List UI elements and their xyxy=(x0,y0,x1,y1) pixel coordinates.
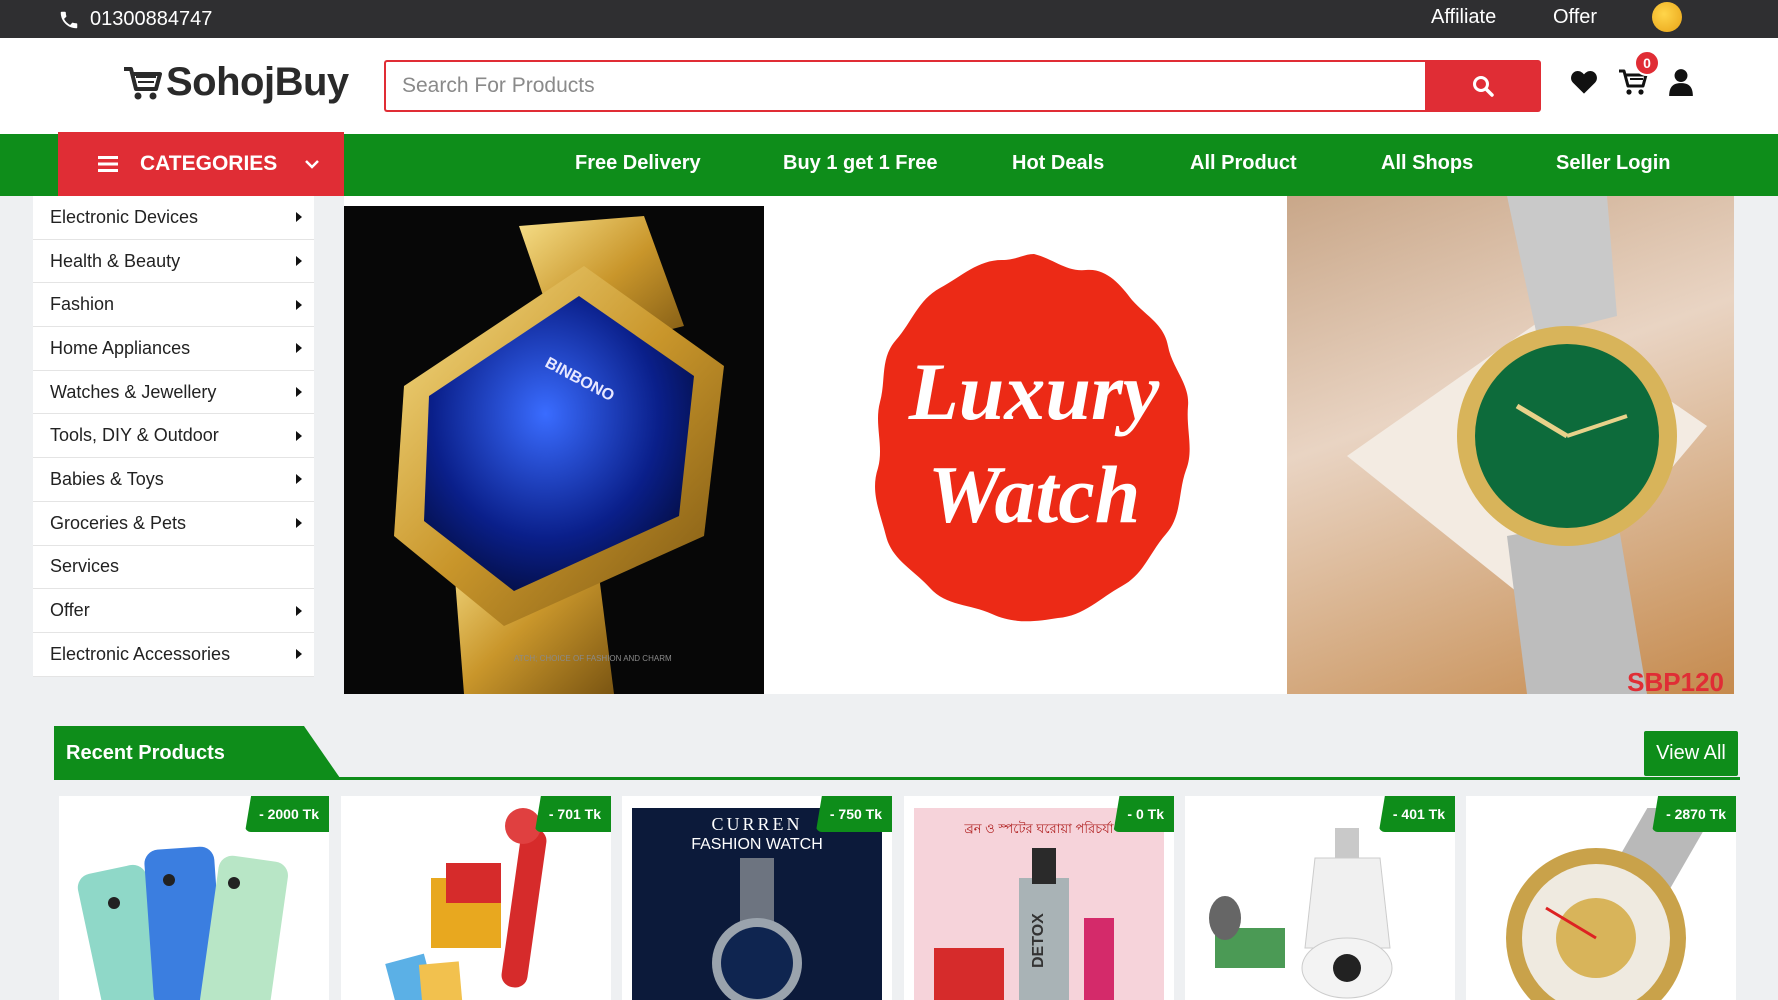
product-image: ব্রন ও স্পটের ঘরোয়া পরিচর্যা DETOX xyxy=(914,808,1164,1000)
search-icon xyxy=(1473,76,1494,97)
caret-right-icon xyxy=(296,256,302,267)
category-label: Health & Beauty xyxy=(50,250,181,271)
product-card[interactable]: - 401 Tk xyxy=(1185,796,1455,1000)
category-item[interactable]: Fashion xyxy=(33,283,314,328)
discount-badge: - 2870 Tk xyxy=(1652,796,1736,832)
banner-left-caption: ATCH; CHOICE OF FASHION AND CHARM xyxy=(514,654,672,663)
logo-text: SohojBuy xyxy=(166,60,349,104)
caret-right-icon xyxy=(296,649,302,660)
hero-banner[interactable]: BINBONO ATCH; CHOICE OF FASHION AND CHAR… xyxy=(344,196,1734,694)
offer-link[interactable]: Offer xyxy=(1553,6,1597,29)
chevron-down-icon xyxy=(305,160,320,169)
product-image xyxy=(77,846,288,1000)
banner-title-line1: Luxury xyxy=(908,346,1160,437)
discount-badge: - 701 Tk xyxy=(534,796,611,832)
discount-badge: - 2000 Tk xyxy=(245,796,329,832)
category-label: Services xyxy=(50,556,120,577)
category-item[interactable]: Babies & Toys xyxy=(33,458,314,502)
category-item[interactable]: Services xyxy=(33,545,314,590)
caret-right-icon xyxy=(296,474,302,485)
category-label: Offer xyxy=(50,600,90,621)
category-label: Electronic Accessories xyxy=(50,643,231,664)
category-label: Babies & Toys xyxy=(50,468,164,489)
recent-products-header: Recent Products xyxy=(54,726,1740,780)
product-image-caption: FASHION WATCH xyxy=(691,836,823,853)
caret-right-icon xyxy=(296,299,302,310)
section-title: Recent Products xyxy=(54,726,340,778)
cart-count-badge: 0 xyxy=(1634,50,1660,76)
phone-icon xyxy=(60,11,78,28)
nav-all-shops[interactable]: All Shops xyxy=(1381,152,1473,175)
category-label: Groceries & Pets xyxy=(50,512,187,533)
header-icons: 0 xyxy=(1570,50,1714,101)
category-item[interactable]: Home Appliances xyxy=(33,327,314,371)
caret-right-icon xyxy=(296,605,302,616)
category-item[interactable]: Watches & Jewellery xyxy=(33,370,314,415)
hamburger-icon xyxy=(98,156,118,172)
account-button[interactable] xyxy=(1668,68,1694,101)
caret-right-icon xyxy=(296,343,302,354)
category-item[interactable]: Health & Beauty xyxy=(33,239,314,284)
product-card[interactable]: - 2870 Tk xyxy=(1466,796,1736,1000)
discount-badge: - 0 Tk xyxy=(1113,796,1174,832)
discount-badge: - 750 Tk xyxy=(815,796,892,832)
caret-right-icon xyxy=(296,387,302,398)
discount-badge: - 401 Tk xyxy=(1378,796,1455,832)
category-label: Tools, DIY & Outdoor xyxy=(50,425,219,446)
top-bar: 01300884747 Affiliate Offer xyxy=(0,0,1778,38)
affiliate-link[interactable]: Affiliate xyxy=(1431,6,1496,29)
banner-right-code: SBP120 xyxy=(1627,667,1724,694)
category-list: Electronic Devices Health & Beauty Fashi… xyxy=(33,196,314,677)
nav-free-delivery[interactable]: Free Delivery xyxy=(575,152,701,175)
phone-contact[interactable]: 01300884747 xyxy=(58,8,212,31)
category-item[interactable]: Tools, DIY & Outdoor xyxy=(33,414,314,459)
category-label: Watches & Jewellery xyxy=(50,381,217,402)
nav-buy1get1[interactable]: Buy 1 get 1 Free xyxy=(783,152,938,175)
search-button[interactable] xyxy=(1425,60,1541,112)
product-card[interactable]: - 2000 Tk xyxy=(59,796,329,1000)
category-item[interactable]: Groceries & Pets xyxy=(33,501,314,546)
category-label: Home Appliances xyxy=(50,337,191,358)
banner-title-line2: Watch xyxy=(928,449,1141,540)
product-image xyxy=(1209,828,1393,999)
product-image xyxy=(1506,808,1705,1000)
search-input[interactable] xyxy=(384,60,1425,112)
category-label: Fashion xyxy=(50,294,115,315)
luxury-watch-badge: Luxury Watch xyxy=(874,254,1194,624)
search-bar xyxy=(384,60,1541,112)
categories-toggle[interactable]: CATEGORIES xyxy=(58,132,344,196)
nav-hot-deals[interactable]: Hot Deals xyxy=(1012,152,1104,175)
coin-icon[interactable] xyxy=(1652,2,1682,32)
categories-label: CATEGORIES xyxy=(140,152,278,175)
caret-right-icon xyxy=(296,212,302,223)
banner-watch-image-left: BINBONO ATCH; CHOICE OF FASHION AND CHAR… xyxy=(344,206,764,694)
product-card[interactable]: CURREN FASHION WATCH - 750 Tk xyxy=(622,796,892,1000)
category-item[interactable]: Offer xyxy=(33,589,314,633)
product-image xyxy=(385,808,547,1000)
category-item[interactable]: Electronic Devices xyxy=(33,196,314,240)
user-icon xyxy=(1669,69,1693,96)
logo[interactable]: SohojBuy xyxy=(122,60,349,105)
product-card[interactable]: ব্রন ও স্পটের ঘরোয়া পরিচর্যা DETOX - 0 … xyxy=(904,796,1174,1000)
phone-number: 01300884747 xyxy=(90,8,213,30)
nav-seller-login[interactable]: Seller Login xyxy=(1556,152,1670,175)
product-image-label: DETOX xyxy=(1030,913,1047,968)
product-image: CURREN FASHION WATCH xyxy=(632,808,882,1000)
view-all-button[interactable]: View All xyxy=(1644,731,1738,776)
cart-button[interactable]: 0 xyxy=(1618,50,1660,101)
product-card[interactable]: - 701 Tk xyxy=(341,796,611,1000)
caret-right-icon xyxy=(296,430,302,441)
category-label: Electronic Devices xyxy=(50,206,199,227)
nav-all-product[interactable]: All Product xyxy=(1190,152,1297,175)
caret-right-icon xyxy=(296,518,302,529)
wishlist-button[interactable] xyxy=(1570,69,1598,100)
logo-cart-icon xyxy=(124,66,162,99)
header: SohojBuy 0 xyxy=(0,38,1778,134)
category-item[interactable]: Electronic Accessories xyxy=(33,632,314,677)
banner-watch-image-right: SBP120 xyxy=(1287,196,1734,694)
heart-icon xyxy=(1571,70,1597,94)
